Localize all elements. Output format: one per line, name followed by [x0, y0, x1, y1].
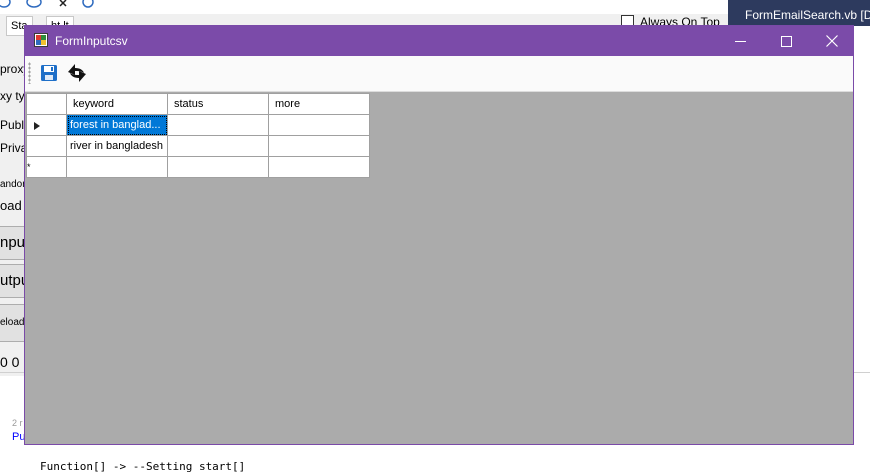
data-grid[interactable]: keyword status more forest in banglad...… — [25, 92, 853, 444]
table-row[interactable]: forest in banglad... — [26, 114, 370, 136]
window-toolbar — [25, 56, 853, 92]
background-output-button-label: utpu — [0, 272, 30, 289]
refresh-icon — [68, 64, 86, 82]
column-header-keyword-label: keyword — [73, 97, 114, 110]
toolbar-grip[interactable] — [28, 62, 31, 84]
maximize-button[interactable] — [763, 26, 809, 56]
column-header-status[interactable]: status — [167, 93, 269, 115]
background-reload-button[interactable]: eload — [0, 304, 27, 342]
new-row[interactable]: * — [26, 156, 370, 178]
save-icon — [41, 65, 57, 81]
background-input-button[interactable]: npu — [0, 226, 27, 260]
cell-keyword-text: river in bangladesh — [70, 140, 163, 152]
background-counters: 0 0 — [0, 354, 20, 370]
cell-more[interactable] — [268, 156, 370, 178]
column-header-status-label: status — [174, 97, 204, 110]
background-input-button-label: npu — [0, 234, 26, 251]
column-header-row: keyword status more — [26, 93, 370, 115]
background-label-random: andor — [0, 179, 26, 190]
cell-keyword[interactable]: river in bangladesh — [66, 135, 168, 157]
title-bar[interactable]: FormInputcsv — [25, 26, 853, 56]
background-code-reference-count: 2 r — [12, 418, 23, 428]
background-label-public: Publi — [0, 118, 27, 132]
cell-more[interactable] — [268, 114, 370, 136]
data-grid-table: keyword status more forest in banglad...… — [26, 93, 370, 178]
background-toolbar-icons — [0, 0, 94, 8]
cell-status[interactable] — [167, 135, 269, 157]
minimize-button[interactable] — [717, 26, 763, 56]
save-button[interactable] — [37, 61, 61, 85]
cell-status[interactable] — [167, 156, 269, 178]
background-output-button[interactable]: utpu — [0, 264, 30, 298]
window-title: FormInputcsv — [55, 34, 128, 48]
table-row[interactable]: river in bangladesh — [26, 135, 370, 157]
column-header-more-label: more — [275, 97, 301, 110]
app-icon — [34, 33, 48, 47]
new-row-header[interactable]: * — [26, 156, 67, 178]
row-header[interactable] — [26, 135, 67, 157]
vs-document-tab-label: FormEmailSearch.vb [D — [745, 8, 870, 22]
close-icon — [826, 35, 838, 47]
forminputcsv-window: FormInputcsv keyword status more forest … — [24, 25, 854, 445]
maximize-icon — [780, 35, 792, 47]
column-header-keyword[interactable]: keyword — [66, 93, 168, 115]
background-label-load: oad — [0, 198, 22, 213]
new-row-marker: * — [27, 162, 31, 172]
background-toolbar — [0, 0, 728, 14]
cell-keyword[interactable]: forest in banglad... — [66, 114, 168, 136]
column-header-more[interactable]: more — [268, 93, 370, 115]
cell-keyword[interactable] — [66, 156, 168, 178]
cell-keyword-text: forest in banglad... — [70, 119, 161, 131]
top-left-header-cell[interactable] — [26, 93, 67, 115]
close-button[interactable] — [809, 26, 855, 56]
row-header[interactable] — [26, 114, 67, 136]
cell-more[interactable] — [268, 135, 370, 157]
background-label-proxy-type: xy ty — [0, 89, 25, 103]
background-reload-button-label: eload — [0, 317, 25, 328]
refresh-button[interactable] — [65, 61, 89, 85]
cell-status[interactable] — [167, 114, 269, 136]
current-row-arrow-icon — [34, 122, 40, 130]
minimize-icon — [734, 40, 746, 42]
